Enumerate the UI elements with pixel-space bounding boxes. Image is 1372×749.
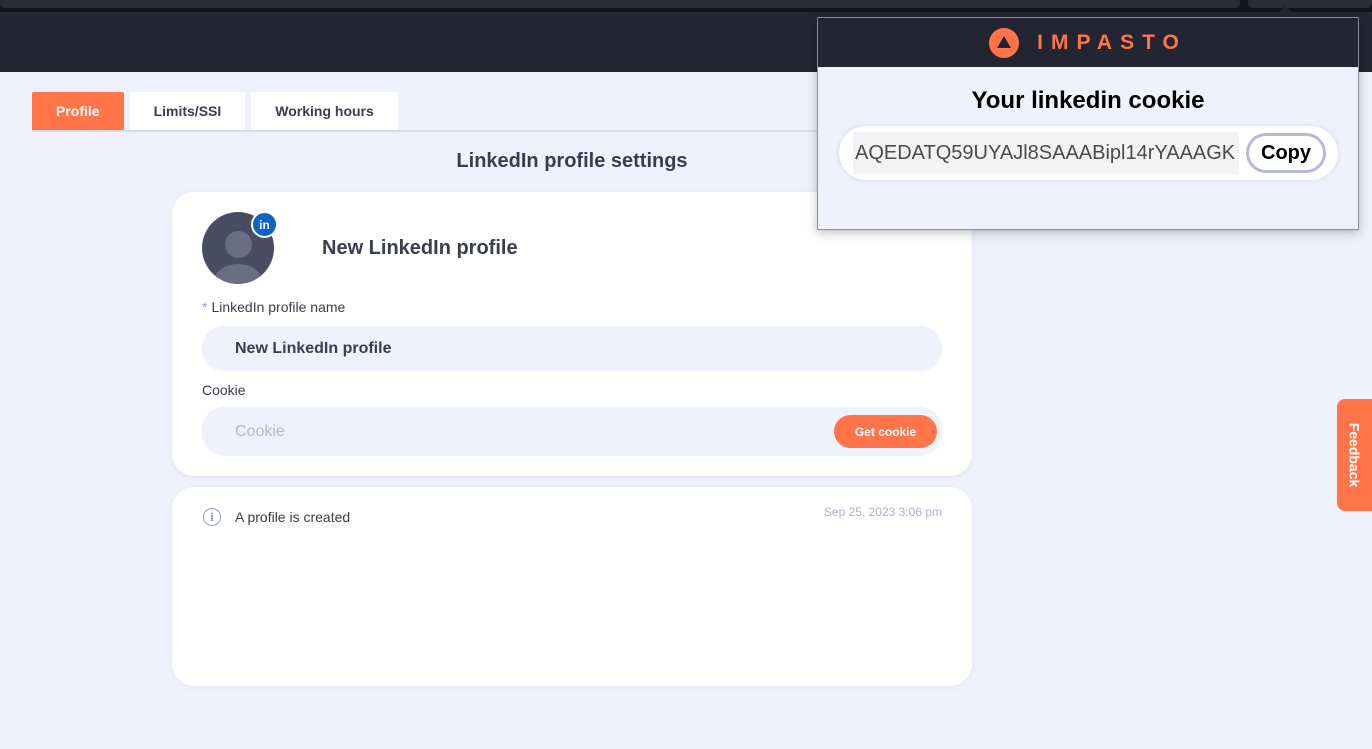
get-cookie-button[interactable]: Get cookie [834, 415, 937, 448]
activity-log-card: i A profile is created Sep 25, 2023 3:06… [172, 487, 972, 686]
profile-name-input[interactable]: New LinkedIn profile [202, 326, 942, 371]
browser-top-bar [0, 0, 1372, 12]
log-entry-timestamp: Sep 25, 2023 3:06 pm [823, 505, 942, 519]
settings-tabs: Profile Limits/SSI Working hours [32, 92, 398, 131]
profile-name-label-text: LinkedIn profile name [211, 299, 346, 315]
profile-heading: New LinkedIn profile [322, 237, 518, 259]
cookie-value-field[interactable]: AQEDATQ59UYAJl8SAAABipl14rYAAAGK [853, 132, 1239, 174]
extension-popup: IMPASTO Your linkedin cookie AQEDATQ59UY… [817, 17, 1359, 230]
copy-button[interactable]: Copy [1246, 133, 1326, 173]
cookie-input[interactable]: Cookie Get cookie [202, 407, 942, 456]
profile-card: in New LinkedIn profile * LinkedIn profil… [172, 192, 972, 476]
browser-tab-edge [1248, 0, 1372, 8]
log-entry-text: A profile is created [235, 509, 351, 525]
profile-name-label: * LinkedIn profile name [202, 299, 345, 315]
tab-working-hours[interactable]: Working hours [251, 92, 398, 130]
tabs-divider [32, 130, 862, 132]
popup-header: IMPASTO [818, 18, 1358, 67]
impasto-logo-icon [989, 27, 1020, 58]
brand-name: IMPASTO [1037, 30, 1187, 54]
feedback-label: Feedback [1346, 422, 1363, 488]
cookie-row: AQEDATQ59UYAJl8SAAABipl14rYAAAGK Copy [839, 126, 1338, 180]
info-icon: i [203, 508, 221, 526]
tab-limits-ssi[interactable]: Limits/SSI [129, 92, 246, 130]
tab-profile[interactable]: Profile [32, 92, 124, 130]
required-mark: * [202, 299, 208, 315]
browser-tab-edge [0, 0, 1240, 8]
cookie-label: Cookie [202, 382, 246, 398]
popup-title: Your linkedin cookie [971, 87, 1205, 114]
cookie-input-placeholder: Cookie [235, 422, 285, 440]
popup-arrow [1276, 4, 1294, 17]
linkedin-icon: in [251, 211, 278, 238]
feedback-button[interactable]: Feedback [1337, 399, 1372, 511]
